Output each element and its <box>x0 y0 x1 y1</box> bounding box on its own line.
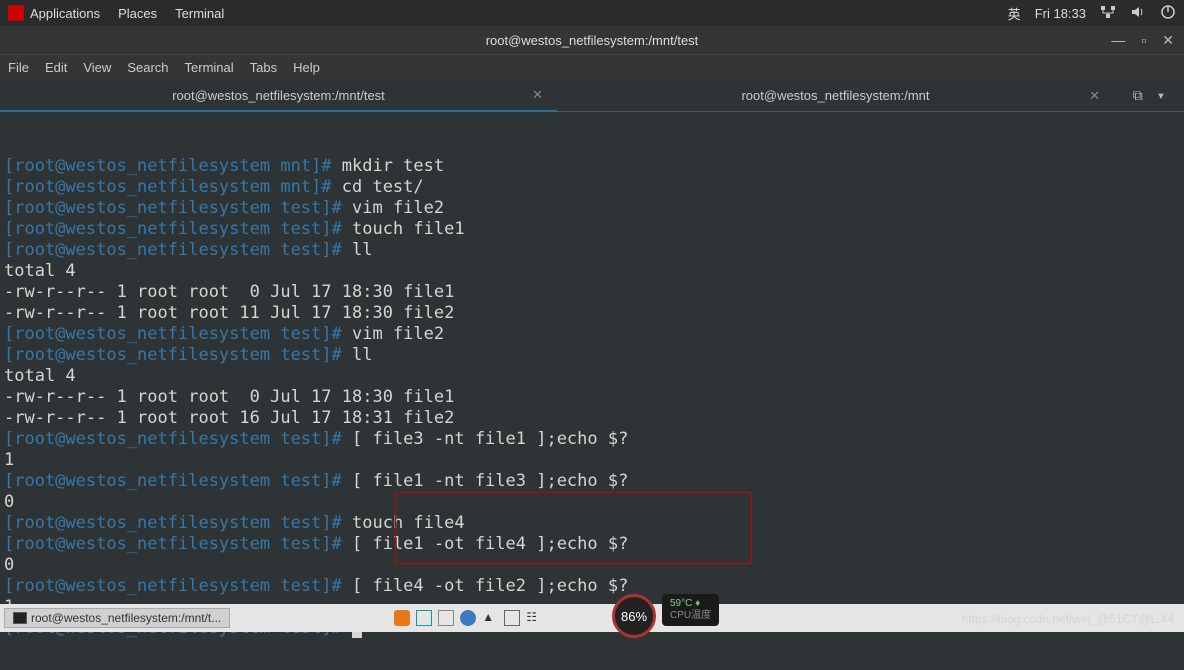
window-title: root@westos_netfilesystem:/mnt/test <box>486 33 699 48</box>
tab-menu-dropdown-icon[interactable]: ▾ <box>1157 88 1165 104</box>
taskbar-app-terminal[interactable]: root@westos_netfilesystem:/mnt/t... <box>4 608 230 628</box>
tray-icon[interactable]: ▲ <box>482 610 498 626</box>
menu-view[interactable]: View <box>83 60 111 75</box>
watermark-text: https://blog.csdn.net/wei_@51CT@L.44 <box>962 612 1174 626</box>
terminal-line: [root@westos_netfilesystem mnt]# cd test… <box>4 177 1180 198</box>
terminal-line: [root@westos_netfilesystem test]# ll <box>4 345 1180 366</box>
terminal-output[interactable]: [root@westos_netfilesystem mnt]# mkdir t… <box>0 112 1184 670</box>
input-method-indicator[interactable]: 英 <box>1008 4 1021 23</box>
desktop-top-bar: Applications Places Terminal 英 Fri 18:33 <box>0 0 1184 26</box>
maximize-button[interactable]: ▫ <box>1141 32 1146 49</box>
volume-icon[interactable] <box>1130 4 1146 23</box>
redhat-icon <box>8 5 24 21</box>
minimize-button[interactable]: — <box>1111 32 1125 49</box>
terminal-line: -rw-r--r-- 1 root root 11 Jul 17 18:30 f… <box>4 303 1180 324</box>
cpu-temp-box: 59°C ♦ CPU温度 <box>662 594 719 626</box>
terminal-line: [root@westos_netfilesystem test]# vim fi… <box>4 198 1180 219</box>
tray-icon[interactable] <box>504 610 520 626</box>
terminal-line: -rw-r--r-- 1 root root 16 Jul 17 18:31 f… <box>4 408 1180 429</box>
tab-close-icon[interactable]: ✕ <box>1089 88 1100 104</box>
terminal-line: [root@westos_netfilesystem test]# ll <box>4 240 1180 261</box>
terminal-line: [root@westos_netfilesystem test]# vim fi… <box>4 324 1180 345</box>
menu-places[interactable]: Places <box>118 6 157 21</box>
highlight-box <box>395 492 752 564</box>
tab-close-icon[interactable]: ✕ <box>532 87 543 103</box>
taskbar-app-label: root@westos_netfilesystem:/mnt/t... <box>31 611 221 625</box>
terminal-line: [root@westos_netfilesystem mnt]# mkdir t… <box>4 156 1180 177</box>
power-icon[interactable] <box>1160 4 1176 23</box>
terminal-line: [root@westos_netfilesystem test]# [ file… <box>4 429 1180 450</box>
system-monitor-widget[interactable]: 86% 59°C ♦ CPU温度 <box>612 588 719 632</box>
terminal-tabs: root@westos_netfilesystem:/mnt/test ✕ ro… <box>0 80 1184 112</box>
app-menu-bar: File Edit View Search Terminal Tabs Help <box>0 54 1184 80</box>
menu-tabs[interactable]: Tabs <box>250 60 277 75</box>
tray-icon[interactable] <box>438 610 454 626</box>
terminal-line: [root@westos_netfilesystem test]# touch … <box>4 219 1180 240</box>
menu-applications[interactable]: Applications <box>30 6 100 21</box>
close-button[interactable]: ✕ <box>1162 32 1174 49</box>
terminal-line: [root@westos_netfilesystem test]# [ file… <box>4 576 1180 597</box>
tray-icon[interactable] <box>394 610 410 626</box>
menu-help[interactable]: Help <box>293 60 320 75</box>
window-title-bar[interactable]: root@westos_netfilesystem:/mnt/test — ▫ … <box>0 26 1184 54</box>
clock[interactable]: Fri 18:33 <box>1035 6 1086 21</box>
menu-file[interactable]: File <box>8 60 29 75</box>
tray-icons: ▲ ☷ <box>394 610 542 626</box>
tab-0[interactable]: root@westos_netfilesystem:/mnt/test ✕ <box>0 80 557 112</box>
tray-icon[interactable] <box>460 610 476 626</box>
new-tab-icon[interactable]: ⧉ <box>1133 88 1143 104</box>
terminal-icon <box>13 612 27 624</box>
terminal-line: [root@westos_netfilesystem test]# [ file… <box>4 471 1180 492</box>
menu-search[interactable]: Search <box>127 60 168 75</box>
tray-icon[interactable] <box>416 610 432 626</box>
tab-label: root@westos_netfilesystem:/mnt <box>741 88 929 103</box>
menu-edit[interactable]: Edit <box>45 60 67 75</box>
tab-label: root@westos_netfilesystem:/mnt/test <box>172 88 385 103</box>
tray-icon[interactable]: ☷ <box>526 610 542 626</box>
terminal-line: -rw-r--r-- 1 root root 0 Jul 17 18:30 fi… <box>4 282 1180 303</box>
tab-1[interactable]: root@westos_netfilesystem:/mnt ✕ <box>557 80 1114 112</box>
network-icon[interactable] <box>1100 4 1116 23</box>
menu-terminal-app[interactable]: Terminal <box>185 60 234 75</box>
terminal-line: -rw-r--r-- 1 root root 0 Jul 17 18:30 fi… <box>4 387 1180 408</box>
tab-toolbar: ⧉ ▾ <box>1114 80 1184 112</box>
cpu-gauge: 86% <box>612 594 656 638</box>
menu-terminal[interactable]: Terminal <box>175 6 224 21</box>
terminal-line: 1 <box>4 450 1180 471</box>
terminal-line: total 4 <box>4 261 1180 282</box>
terminal-line: total 4 <box>4 366 1180 387</box>
